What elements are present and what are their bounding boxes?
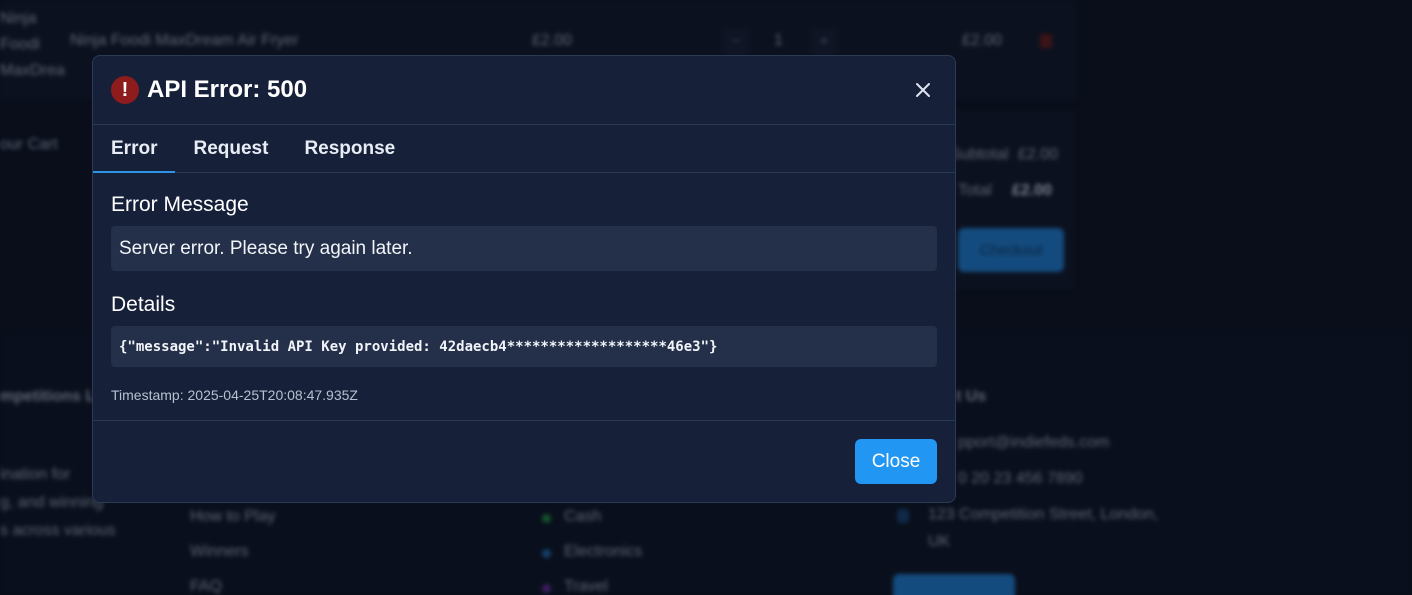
modal-title: API Error: 500 bbox=[147, 76, 308, 103]
tab-response[interactable]: Response bbox=[286, 125, 413, 172]
details-code-box: {"message":"Invalid API Key provided: 42… bbox=[111, 326, 937, 367]
error-message-box: Server error. Please try again later. bbox=[111, 226, 937, 271]
tab-request[interactable]: Request bbox=[175, 125, 286, 172]
close-button[interactable]: Close bbox=[855, 439, 937, 484]
error-message-label: Error Message bbox=[111, 193, 249, 216]
close-icon[interactable] bbox=[911, 78, 935, 102]
modal-header: ! API Error: 500 bbox=[93, 56, 955, 125]
modal-tabs: Error Request Response bbox=[93, 125, 955, 173]
modal-body: Error Message Server error. Please try a… bbox=[93, 173, 955, 403]
error-timestamp: Timestamp: 2025-04-25T20:08:47.935Z bbox=[111, 387, 358, 403]
exclamation-icon: ! bbox=[111, 76, 139, 104]
api-error-modal: ! API Error: 500 Error Request Response … bbox=[92, 55, 956, 503]
details-label: Details bbox=[111, 293, 176, 316]
modal-footer: Close bbox=[93, 420, 955, 502]
tab-error[interactable]: Error bbox=[93, 125, 176, 173]
